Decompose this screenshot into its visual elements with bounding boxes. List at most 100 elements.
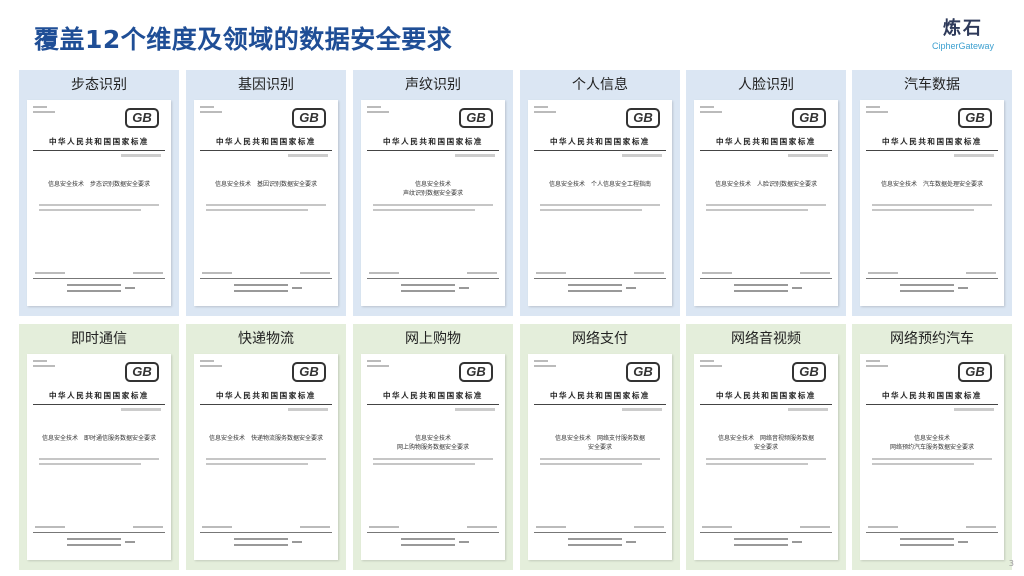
issuer-line [401, 538, 455, 540]
issuer-tag [958, 541, 968, 543]
standard-card: 人脸识别 GB 中华人民共和国国家标准 信息安全技术 人脸识别数据安全要求 [686, 70, 846, 316]
divider [700, 278, 832, 279]
standard-code [455, 408, 495, 411]
standard-spec-title: 信息安全技术 网络支付服务数据 安全要求 [554, 435, 645, 451]
issuer-line [734, 290, 788, 292]
implement-date [800, 272, 830, 274]
divider [367, 150, 499, 151]
issuer-tag [292, 287, 302, 289]
standard-document-cover: GB 中华人民共和国国家标准 信息安全技术 即时通信服务数据安全要求 [27, 354, 171, 560]
issuer-tag [626, 287, 636, 289]
standard-document-cover: GB 中华人民共和国国家标准 信息安全技术 网络支付服务数据 安全要求 [528, 354, 672, 560]
issuer-line [67, 290, 121, 292]
standard-code [622, 408, 662, 411]
brand-logo: 炼石 CipherGateway [932, 14, 994, 51]
issuer-tag [459, 541, 469, 543]
standard-card: 个人信息 GB 中华人民共和国国家标准 信息安全技术 个人信息安全工程指南 [520, 70, 680, 316]
divider [33, 404, 165, 405]
issuer-line [401, 544, 455, 546]
card-label: 网络预约汽车 [890, 331, 974, 347]
standard-card: 网络支付 GB 中华人民共和国国家标准 信息安全技术 网络支付服务数据 安全要求 [520, 324, 680, 570]
issuer-line [234, 544, 288, 546]
page-title: 覆盖12个维度及领域的数据安全要求 [34, 25, 453, 54]
standard-code [121, 408, 161, 411]
implement-date [133, 272, 163, 274]
english-title-line [373, 463, 475, 465]
standard-heading: 中华人民共和国国家标准 [48, 391, 150, 400]
english-title-line [373, 458, 493, 460]
card-label: 汽车数据 [904, 77, 960, 93]
standard-card: 快递物流 GB 中华人民共和国国家标准 信息安全技术 快递物流服务数据安全要求 [186, 324, 346, 570]
standard-code [121, 154, 161, 157]
divider [866, 150, 998, 151]
issuer-line [401, 290, 455, 292]
gb-logo: GB [792, 362, 826, 382]
gb-logo: GB [958, 362, 992, 382]
standard-document-cover: GB 中华人民共和国国家标准 信息安全技术 声纹识别数据安全要求 [361, 100, 505, 306]
standard-card: 声纹识别 GB 中华人民共和国国家标准 信息安全技术 声纹识别数据安全要求 [353, 70, 513, 316]
issuer-tag [125, 541, 135, 543]
english-title-line [706, 463, 808, 465]
divider [33, 150, 165, 151]
standard-document-cover: GB 中华人民共和国国家标准 信息安全技术 步态识别数据安全要求 [27, 100, 171, 306]
english-title-line [39, 463, 141, 465]
divider [534, 278, 666, 279]
english-title-line [872, 458, 992, 460]
publish-date [702, 526, 732, 528]
standard-code [954, 154, 994, 157]
gb-logo: GB [292, 362, 326, 382]
english-title-line [373, 209, 475, 211]
standard-card: 即时通信 GB 中华人民共和国国家标准 信息安全技术 即时通信服务数据安全要求 [19, 324, 179, 570]
standard-heading: 中华人民共和国国家标准 [549, 137, 651, 146]
publish-date [35, 272, 65, 274]
issuer-line [568, 284, 622, 286]
gb-logo: GB [626, 108, 660, 128]
english-title-line [373, 204, 493, 206]
issuer-line [900, 290, 954, 292]
standard-code [622, 154, 662, 157]
standard-spec-title: 信息安全技术 汽车数据处理安全要求 [880, 181, 983, 188]
standard-heading: 中华人民共和国国家标准 [48, 137, 150, 146]
divider [33, 278, 165, 279]
issuer-line [900, 284, 954, 286]
card-label: 个人信息 [572, 77, 628, 93]
english-title-line [872, 463, 974, 465]
divider [200, 404, 332, 405]
divider [200, 532, 332, 533]
implement-date [133, 526, 163, 528]
publish-date [369, 526, 399, 528]
english-title-line [706, 458, 826, 460]
implement-date [634, 272, 664, 274]
english-title-line [872, 204, 992, 206]
english-title-line [206, 204, 326, 206]
divider [866, 532, 998, 533]
publish-date [536, 526, 566, 528]
standard-heading: 中华人民共和国国家标准 [549, 391, 651, 400]
issuer-line [734, 284, 788, 286]
publish-date [868, 526, 898, 528]
standard-spec-title: 信息安全技术 基因识别数据安全要求 [214, 181, 317, 188]
english-title-line [706, 204, 826, 206]
english-title-line [39, 458, 159, 460]
issuer-line [234, 284, 288, 286]
page-number: 3 [1008, 559, 1014, 568]
publish-date [369, 272, 399, 274]
standard-spec-title: 信息安全技术 网络预约汽车服务数据安全要求 [889, 435, 974, 451]
card-label: 即时通信 [71, 331, 127, 347]
issuer-line [568, 290, 622, 292]
issuer-line [234, 290, 288, 292]
issuer-line [900, 538, 954, 540]
issuer-line [734, 544, 788, 546]
implement-date [300, 526, 330, 528]
standard-card: 步态识别 GB 中华人民共和国国家标准 信息安全技术 步态识别数据安全要求 [19, 70, 179, 316]
standard-heading: 中华人民共和国国家标准 [215, 137, 317, 146]
standard-card: 网上购物 GB 中华人民共和国国家标准 信息安全技术 网上购物服务数据安全要求 [353, 324, 513, 570]
divider [33, 532, 165, 533]
card-label: 网络音视频 [731, 331, 801, 347]
publish-date [868, 272, 898, 274]
standard-document-cover: GB 中华人民共和国国家标准 信息安全技术 汽车数据处理安全要求 [860, 100, 1004, 306]
gb-logo: GB [958, 108, 992, 128]
standard-card: 汽车数据 GB 中华人民共和国国家标准 信息安全技术 汽车数据处理安全要求 [852, 70, 1012, 316]
standard-spec-title: 信息安全技术 网上购物服务数据安全要求 [396, 435, 469, 451]
publish-date [202, 526, 232, 528]
